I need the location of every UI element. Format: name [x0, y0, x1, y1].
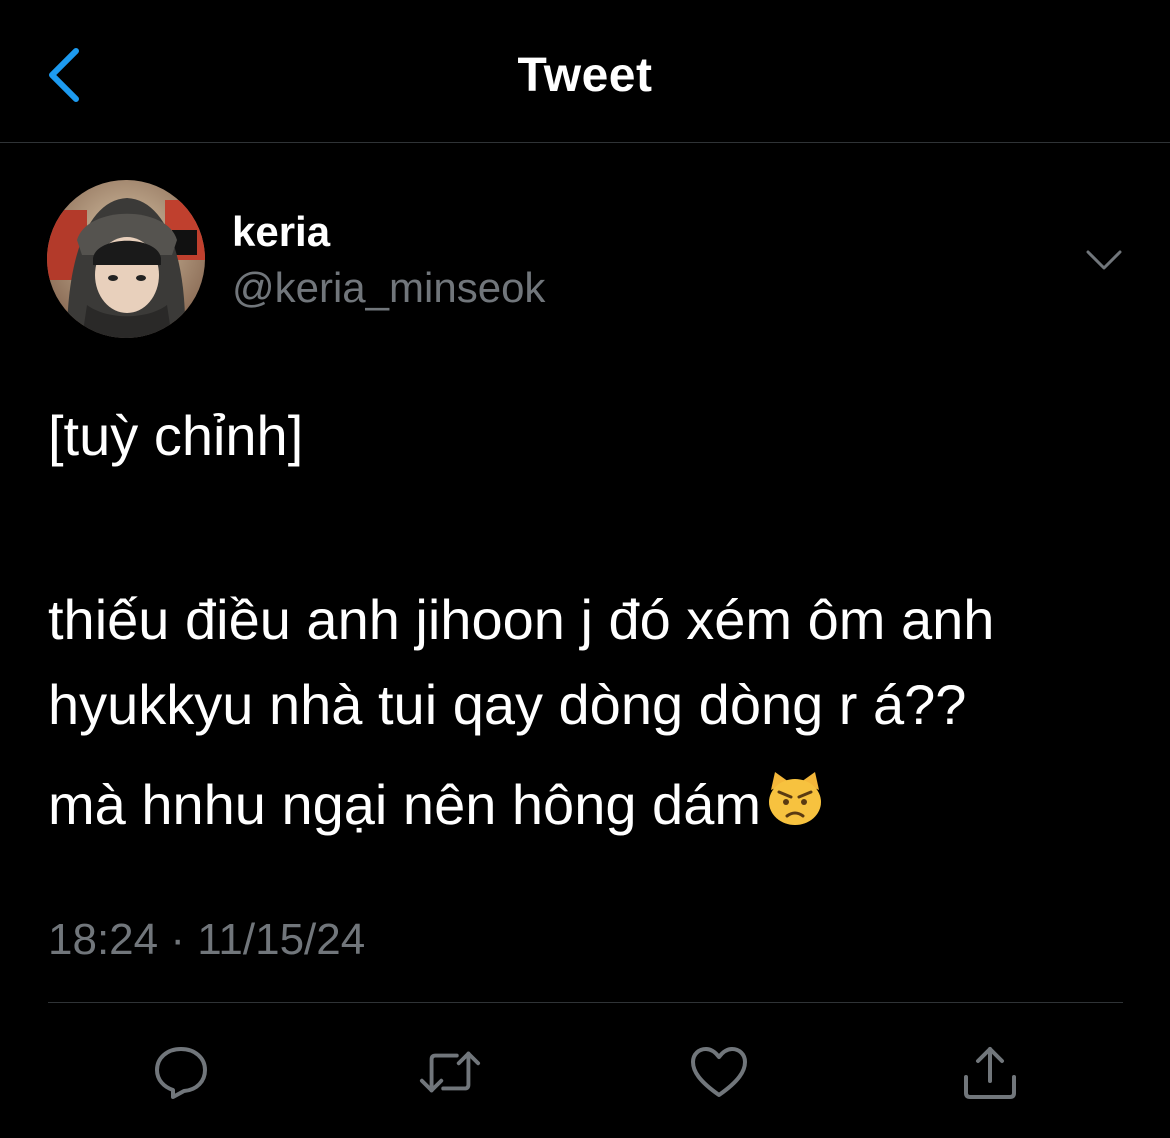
- heart-icon: [691, 1047, 747, 1097]
- reply-icon: [155, 1047, 207, 1099]
- share-button[interactable]: [958, 1040, 1022, 1104]
- top-bar: Tweet: [0, 0, 1170, 143]
- reply-button[interactable]: [149, 1040, 213, 1104]
- pouting-cat-emoji: [765, 770, 825, 837]
- author-handle[interactable]: @keria_minseok: [232, 264, 545, 312]
- chevron-down-icon: [1086, 250, 1122, 270]
- tweet-text-line: hyukkyu nhà tui qay dòng dòng r á??: [48, 673, 967, 736]
- tweet-timestamp[interactable]: 18:24 · 11/15/24: [48, 915, 365, 965]
- more-options-button[interactable]: [1082, 240, 1126, 280]
- avatar[interactable]: [47, 180, 205, 338]
- retweet-button[interactable]: [418, 1040, 482, 1104]
- tweet-text: mà hnhu ngại nên hông dám: [48, 773, 761, 836]
- tweet-text-line: [tuỳ chỉnh]: [48, 404, 304, 467]
- like-button[interactable]: [687, 1040, 751, 1104]
- page-title: Tweet: [517, 49, 653, 102]
- tweet-text-line-last: mà hnhu ngại nên hông dám: [48, 770, 825, 837]
- author-name[interactable]: keria: [232, 208, 330, 256]
- divider: [48, 1002, 1123, 1003]
- share-icon: [964, 1047, 1016, 1099]
- retweet-icon: [419, 1051, 481, 1093]
- tweet-text-line: thiếu điều anh jihoon j đó xém ôm anh: [48, 588, 995, 651]
